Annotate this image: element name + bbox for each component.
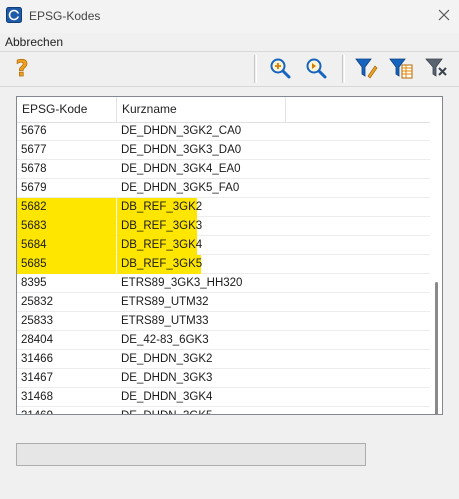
zoom-next-button[interactable] <box>304 57 328 81</box>
cell-kurzname: DB_REF_3GK4 <box>121 239 203 251</box>
menu-bar: Abbrechen <box>0 33 459 51</box>
cell-kurzname: ETRS89_3GK3_HH320 <box>121 277 243 289</box>
menu-item-abbrechen[interactable]: Abbrechen <box>5 35 63 49</box>
cell-epsg-kode: 31466 <box>21 353 53 365</box>
table-row[interactable]: 5679 DE_DHDN_3GK5_FA0 <box>17 179 437 198</box>
table-row[interactable]: 31467 DE_DHDN_3GK3 <box>17 369 437 388</box>
vertical-scrollbar[interactable] <box>430 122 442 414</box>
cell-epsg-kode: 5684 <box>21 239 47 251</box>
column-header-epsg-kode[interactable]: EPSG-Kode <box>17 97 117 122</box>
table-row[interactable]: 5677 DE_DHDN_3GK3_DA0 <box>17 141 437 160</box>
cell-kurzname: ETRS89_UTM33 <box>121 315 209 327</box>
filter-table-button[interactable] <box>389 57 413 81</box>
cell-kurzname: DE_DHDN_3GK4 <box>121 391 213 403</box>
filter-edit-button[interactable] <box>354 57 378 81</box>
cell-kurzname: ETRS89_UTM32 <box>121 296 209 308</box>
table-row[interactable]: 5685 DB_REF_3GK5 <box>17 255 437 274</box>
column-header-kurzname[interactable]: Kurzname <box>117 97 286 122</box>
table-row[interactable]: 31469 DE_DHDN_3GK5 <box>17 407 437 414</box>
cell-epsg-kode: 31467 <box>21 372 53 384</box>
cell-epsg-kode: 5685 <box>21 258 47 270</box>
cell-epsg-kode: 5678 <box>21 163 47 175</box>
cell-epsg-kode: 5677 <box>21 144 47 156</box>
status-field <box>16 443 366 466</box>
table-row[interactable]: 31468 DE_DHDN_3GK4 <box>17 388 437 407</box>
table-row[interactable]: 25832 ETRS89_UTM32 <box>17 293 437 312</box>
cell-kurzname: DE_DHDN_3GK4_EA0 <box>121 163 241 175</box>
close-button[interactable] <box>429 0 459 33</box>
table-row[interactable]: 5678 DE_DHDN_3GK4_EA0 <box>17 160 437 179</box>
title-bar[interactable]: EPSG-Kodes <box>0 0 459 33</box>
svg-text:?: ? <box>16 57 29 80</box>
table-row[interactable]: 5682 DB_REF_3GK2 <box>17 198 437 217</box>
toolbar-separator <box>254 55 257 83</box>
cell-epsg-kode: 5676 <box>21 125 47 137</box>
cell-kurzname: DB_REF_3GK5 <box>121 258 203 270</box>
cell-epsg-kode: 28404 <box>21 334 53 346</box>
table-row[interactable]: 5683 DB_REF_3GK3 <box>17 217 437 236</box>
cell-kurzname: DE_DHDN_3GK3_DA0 <box>121 144 242 156</box>
zoom-in-button[interactable] <box>268 57 292 81</box>
help-button[interactable]: ? <box>10 56 34 83</box>
cell-kurzname: DE_42-83_6GK3 <box>121 334 209 346</box>
epsg-dialog-window: EPSG-Kodes Abbrechen ? EPSG-Kode Kurznam… <box>0 0 459 499</box>
cell-epsg-kode: 5682 <box>21 201 47 213</box>
help-icon: ? <box>11 56 33 83</box>
cell-epsg-kode: 8395 <box>21 277 47 289</box>
zoom-in-icon <box>269 57 291 82</box>
cell-kurzname: DB_REF_3GK2 <box>121 201 203 213</box>
table-header: EPSG-Kode Kurzname <box>17 97 442 123</box>
cell-kurzname: DE_DHDN_3GK2_CA0 <box>121 125 242 137</box>
cell-kurzname: DE_DHDN_3GK3 <box>121 372 213 384</box>
cell-epsg-kode: 31469 <box>21 407 53 414</box>
window-title: EPSG-Kodes <box>29 9 101 23</box>
cell-kurzname: DB_REF_3GK3 <box>121 220 203 232</box>
table-row[interactable]: 5684 DB_REF_3GK4 <box>17 236 437 255</box>
cell-epsg-kode: 25832 <box>21 296 53 308</box>
cell-epsg-kode: 31468 <box>21 391 53 403</box>
scrollbar-thumb[interactable] <box>435 282 438 414</box>
toolbar-separator <box>342 55 345 83</box>
cell-epsg-kode: 5679 <box>21 182 47 194</box>
filter-clear-button[interactable] <box>424 57 448 81</box>
table-body: 5676 DE_DHDN_3GK2_CA0 5677 DE_DHDN_3GK3_DA0… <box>17 122 437 414</box>
filter-edit-icon <box>354 56 378 83</box>
cell-epsg-kode: 5683 <box>21 220 47 232</box>
epsg-table: EPSG-Kode Kurzname 5676 DE_DHDN_3GK2_CA0 5… <box>16 96 443 415</box>
cell-epsg-kode: 25833 <box>21 315 53 327</box>
close-icon <box>438 9 450 24</box>
cell-kurzname: DE_DHDN_3GK5 <box>121 407 212 414</box>
cell-kurzname: DE_DHDN_3GK2 <box>121 353 213 365</box>
app-icon <box>6 7 22 23</box>
cell-kurzname: DE_DHDN_3GK5_FA0 <box>121 182 240 194</box>
zoom-next-icon <box>305 57 327 82</box>
table-row[interactable]: 5676 DE_DHDN_3GK2_CA0 <box>17 122 437 141</box>
filter-clear-icon <box>424 56 448 83</box>
table-row[interactable]: 8395 ETRS89_3GK3_HH320 <box>17 274 437 293</box>
table-row[interactable]: 28404 DE_42-83_6GK3 <box>17 331 437 350</box>
filter-table-icon <box>389 56 413 83</box>
table-row[interactable]: 25833 ETRS89_UTM33 <box>17 312 437 331</box>
table-row[interactable]: 31466 DE_DHDN_3GK2 <box>17 350 437 369</box>
toolbar: ? <box>0 51 459 87</box>
